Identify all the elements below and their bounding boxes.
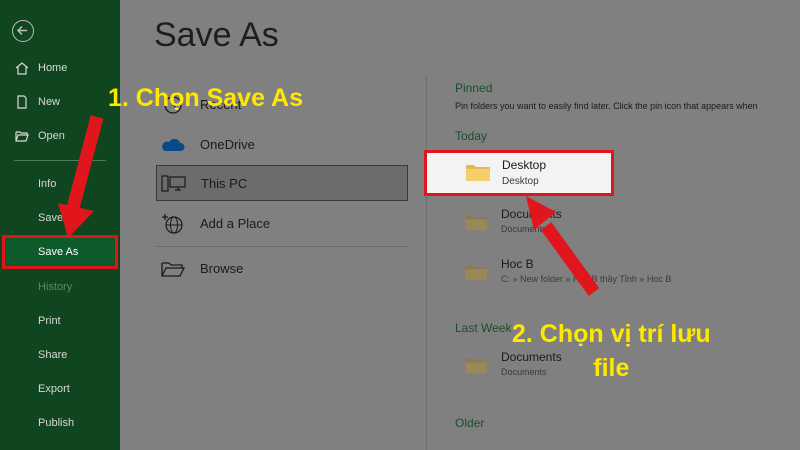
annotation-step-2: 2. Chọn vị trí lưu file (512, 317, 711, 385)
location-divider (156, 246, 408, 247)
sidebar-item-label: Home (38, 62, 68, 74)
sidebar-item-label: History (38, 281, 73, 293)
sidebar-item-label: Export (38, 383, 70, 395)
annotation-step-2-line-1: 2. Chọn vị trí lưu (512, 320, 711, 348)
folder-icon (465, 358, 487, 374)
sidebar-item-share[interactable]: Share (0, 344, 120, 366)
sidebar-item-save[interactable]: Save (0, 207, 120, 229)
location-onedrive[interactable]: OneDrive (156, 127, 408, 163)
sidebar-item-save-as[interactable]: Save As (2, 235, 118, 269)
folder-name: Documents (501, 207, 562, 221)
last-week-heading: Last Week (455, 321, 512, 335)
folder-icon (466, 165, 490, 181)
location-browse[interactable]: Browse (156, 251, 408, 287)
folder-open-icon (15, 131, 29, 142)
today-heading: Today (455, 129, 488, 143)
folder-hoc-b[interactable]: Hoc B C: » New folder » Hoc B thầy Tỉnh … (455, 254, 795, 292)
sidebar-item-label: New (38, 96, 61, 108)
folder-desktop[interactable]: Desktop Desktop (424, 150, 614, 196)
sidebar-item-label: Share (38, 349, 68, 361)
pinned-description: Pin folders you want to easily find late… (455, 101, 758, 111)
location-label: Add a Place (200, 216, 271, 231)
sidebar-item-open[interactable]: Open (0, 125, 120, 147)
sidebar-item-export[interactable]: Export (0, 378, 120, 400)
location-label: This PC (201, 176, 248, 191)
location-label: OneDrive (200, 137, 255, 152)
sidebar-item-new[interactable]: New (0, 91, 120, 113)
annotation-step-2-line-2: file (593, 354, 630, 382)
cloud-icon (162, 138, 185, 151)
folder-icon (465, 265, 487, 281)
folder-icon (161, 262, 186, 277)
sidebar-item-label: Publish (38, 417, 75, 429)
home-icon (15, 62, 29, 75)
location-this-pc[interactable]: This PC (156, 165, 408, 201)
folder-name: Desktop (502, 158, 547, 172)
sidebar-item-label: Info (38, 178, 57, 190)
folder-name: Hoc B (501, 257, 534, 271)
sidebar-item-label: Open (38, 130, 65, 142)
sidebar-item-label: Print (38, 315, 61, 327)
folder-path: Documents (501, 224, 547, 234)
older-heading: Older (455, 416, 485, 430)
sidebar-item-home[interactable]: Home (0, 57, 120, 79)
sidebar-divider (14, 160, 106, 161)
computer-icon (161, 175, 186, 192)
sidebar-item-label: Save As (38, 246, 79, 258)
sidebar-item-info[interactable]: Info (0, 173, 120, 195)
folder-path: Desktop (502, 176, 539, 187)
back-arrow-icon[interactable] (12, 20, 34, 42)
sidebar-item-history: History (0, 276, 120, 298)
sidebar-item-publish[interactable]: Publish (0, 412, 120, 434)
folder-icon (465, 215, 487, 231)
pane-divider (426, 76, 427, 450)
new-document-icon (17, 95, 27, 109)
annotation-step-1: 1. Chọn Save As (108, 84, 303, 112)
backstage-sidebar: Home New Open Info Save Save As History … (0, 0, 120, 450)
page-title: Save As (154, 16, 279, 54)
folder-documents[interactable]: Documents Documents (455, 204, 795, 242)
globe-icon (162, 214, 183, 234)
sidebar-item-print[interactable]: Print (0, 310, 120, 332)
location-add-place[interactable]: Add a Place (156, 206, 408, 242)
sidebar-item-label: Save (38, 212, 64, 224)
pinned-heading: Pinned (455, 81, 493, 95)
location-label: Browse (200, 261, 244, 276)
folder-path: C: » New folder » Hoc B thầy Tỉnh » Hoc … (501, 274, 672, 284)
